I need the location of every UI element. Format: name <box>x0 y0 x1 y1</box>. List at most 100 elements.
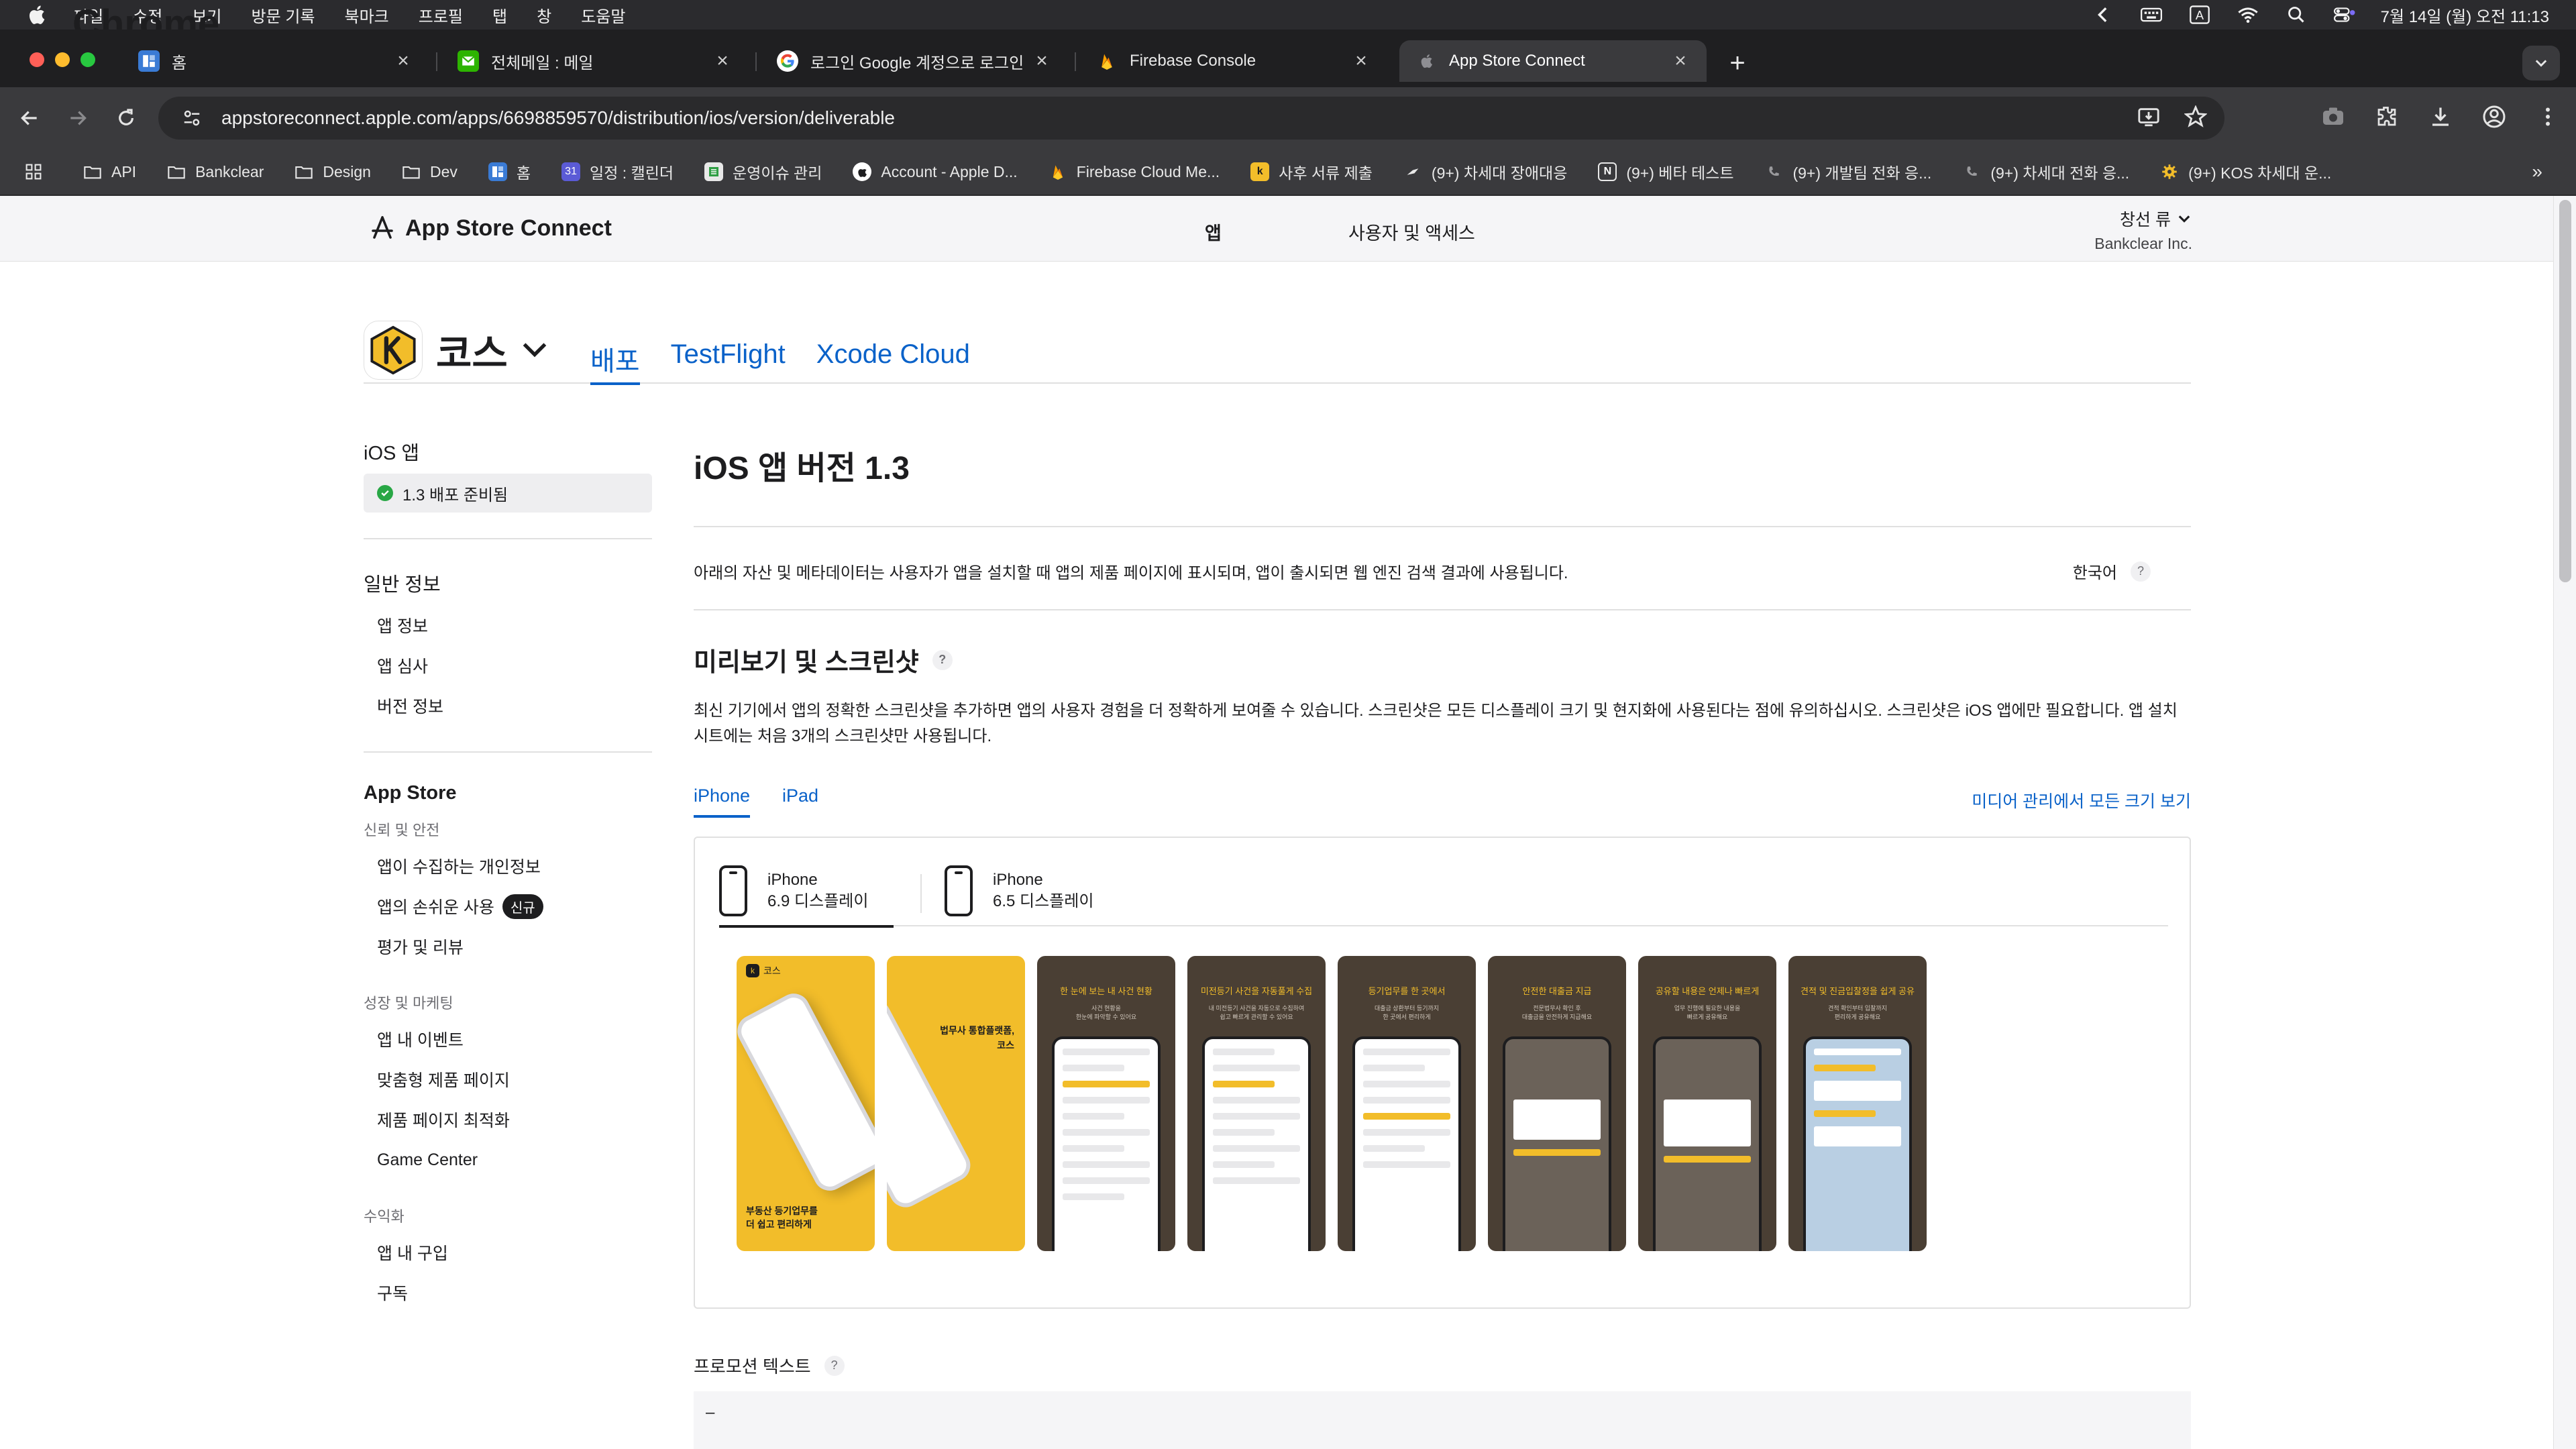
browser-tab-firebase[interactable]: Firebase Console × <box>1080 40 1387 82</box>
promo-text-field[interactable]: – <box>694 1391 2191 1449</box>
extensions-puzzle-icon[interactable] <box>2375 105 2399 132</box>
bookmark-calendar[interactable]: 31 일정 : 캘린더 <box>561 160 674 183</box>
menu-tab[interactable]: 탭 <box>492 3 507 27</box>
app-switcher[interactable]: 코스 <box>436 322 549 378</box>
account-menu[interactable]: 창선 류 Bankclear Inc. <box>2094 207 2192 253</box>
more-bookmarks-icon[interactable]: » <box>2532 161 2542 182</box>
bookmark-star-icon[interactable] <box>2184 104 2208 131</box>
screenshot-thumbnail-7[interactable]: 공유할 내용은 언제나 빠르게 업무 진행에 필요한 내용을 빠르게 공유해요 <box>1638 956 1776 1251</box>
close-tab-icon[interactable]: × <box>1032 50 1052 72</box>
minimize-window-button[interactable] <box>55 52 70 67</box>
sidebar-item-custom-product-pages[interactable]: 맞춤형 제품 페이지 <box>364 1059 652 1099</box>
menu-bookmarks[interactable]: 북마크 <box>345 3 389 27</box>
sidebar-item-game-center[interactable]: Game Center <box>364 1140 652 1180</box>
tab-distribution[interactable]: 배포 <box>590 339 640 385</box>
tab-iphone[interactable]: iPhone <box>694 786 751 818</box>
sidebar-item-subscriptions[interactable]: 구독 <box>364 1273 652 1313</box>
sidebar-item-app-review[interactable]: 앱 심사 <box>364 645 652 686</box>
tab-display-6-5[interactable]: iPhone 6.5 디스플레이 <box>945 855 1119 926</box>
bookmark-beta-test[interactable]: N (9+) 베타 테스트 <box>1598 160 1733 183</box>
menu-window[interactable]: 창 <box>537 3 551 27</box>
screenshot-thumbnail-5[interactable]: 등기업무를 한 곳에서 대출금 상환부터 등기까지 한 곳에서 편리하게 <box>1338 956 1476 1251</box>
asc-logo[interactable]: App Store Connect <box>369 215 612 241</box>
sidebar-item-privacy[interactable]: 앱이 수집하는 개인정보 <box>364 846 652 886</box>
address-bar[interactable]: appstoreconnect.apple.com/apps/669885957… <box>158 97 2224 140</box>
spotlight-search-icon[interactable] <box>2284 3 2308 27</box>
browser-tab-google-login[interactable]: 로그인 Google 계정으로 로그인합니다 × <box>761 40 1068 82</box>
bookmark-kos-ops[interactable]: (9+) KOS 차세대 운... <box>2160 160 2331 183</box>
browser-tab-home[interactable]: 홈 × <box>122 40 429 82</box>
screenshot-thumbnail-3[interactable]: 한 눈에 보는 내 사건 현황 사건 현황을 한눈에 파악할 수 있어요 <box>1037 956 1175 1251</box>
tab-ipad[interactable]: iPad <box>782 786 818 818</box>
bookmark-folder-design[interactable]: Design <box>294 162 371 181</box>
browser-tab-app-store-connect[interactable]: App Store Connect × <box>1399 40 1707 82</box>
profile-avatar-icon[interactable] <box>2482 105 2506 132</box>
menu-history[interactable]: 방문 기록 <box>252 3 315 27</box>
bookmark-dev-team-calls[interactable]: (9+) 개발팀 전화 응... <box>1764 160 1931 183</box>
more-menu-icon[interactable] <box>2536 105 2560 132</box>
apple-menu-icon[interactable] <box>19 0 54 30</box>
close-tab-icon[interactable]: × <box>1351 50 1371 72</box>
bookmark-next-gen-calls[interactable]: (9+) 차세대 전화 응... <box>1962 160 2129 183</box>
sidebar-item-accessibility[interactable]: 앱의 손쉬운 사용 신규 <box>364 886 652 926</box>
bookmark-document-submit[interactable]: k 사후 서류 제출 <box>1250 160 1373 183</box>
screenshot-thumbnail-6[interactable]: 안전한 대출금 지급 전문법무사 확인 후 대출금을 안전하게 지급해요 <box>1488 956 1626 1251</box>
view-all-sizes-link[interactable]: 미디어 관리에서 모든 크기 보기 <box>1972 788 2191 812</box>
forward-button[interactable] <box>59 99 97 137</box>
help-icon[interactable]: ? <box>932 649 953 670</box>
screenshot-thumbnail-2[interactable]: 법무사 통합플랫폼, 코스 <box>887 956 1025 1251</box>
screenshot-thumbnail-4[interactable]: 미전등기 사건을 자동풀게 수집 내 미전등기 사건을 자동으로 수집하여 쉽고… <box>1187 956 1326 1251</box>
sidebar-item-version-1-3[interactable]: 1.3 배포 준비됨 <box>364 474 652 513</box>
menubar-datetime[interactable]: 7월 14일 (월) 오전 11:13 <box>2381 3 2549 27</box>
wifi-icon[interactable] <box>2236 3 2260 27</box>
new-tab-button[interactable]: + <box>1724 48 1751 78</box>
control-center-icon[interactable] <box>2332 3 2357 27</box>
scrollbar-thumb[interactable] <box>2559 200 2571 582</box>
tab-display-6-9[interactable]: iPhone 6.9 디스플레이 <box>719 855 894 928</box>
chevron-left-icon[interactable] <box>2091 3 2115 27</box>
bookmark-folder-api[interactable]: API <box>83 162 136 181</box>
reload-button[interactable] <box>107 99 145 137</box>
zoom-window-button[interactable] <box>80 52 95 67</box>
help-icon[interactable]: ? <box>2131 561 2151 582</box>
download-icon[interactable] <box>2428 105 2453 132</box>
nav-apps-link[interactable]: 앱 <box>1205 219 1222 245</box>
install-app-icon[interactable] <box>2137 105 2160 131</box>
sidebar-item-product-page-optimization[interactable]: 제품 페이지 최적화 <box>364 1099 652 1140</box>
menu-profile[interactable]: 프로필 <box>419 3 463 27</box>
language-selector[interactable]: 한국어 ? <box>2073 559 2151 583</box>
bookmark-home[interactable]: 홈 <box>488 160 531 183</box>
input-source-icon[interactable]: A <box>2188 3 2212 27</box>
back-button[interactable] <box>11 99 48 137</box>
screenshot-thumbnail-8[interactable]: 견적 및 진금입찰정을 쉽게 공유 견적 확인부터 입찰까지 편리하게 공유해요 <box>1788 956 1927 1251</box>
bookmark-folder-bankclear[interactable]: Bankclear <box>167 162 264 181</box>
sidebar-item-in-app-purchases[interactable]: 앱 내 구입 <box>364 1232 652 1273</box>
menu-help[interactable]: 도움말 <box>581 3 625 27</box>
bookmark-apple-account[interactable]: Account - Apple D... <box>853 162 1018 181</box>
bookmark-incident-response[interactable]: (9+) 차세대 장애대응 <box>1403 160 1567 183</box>
tab-testflight[interactable]: TestFlight <box>671 339 786 384</box>
screenshot-thumbnail-1[interactable]: k 코스 부동산 등기업무를 더 쉽고 편리하게 <box>737 956 875 1251</box>
screenshot-extension-icon[interactable] <box>2321 105 2345 132</box>
url-text[interactable]: appstoreconnect.apple.com/apps/669885957… <box>221 107 895 129</box>
page-scrollbar[interactable] <box>2553 196 2576 1449</box>
close-tab-icon[interactable]: × <box>712 50 733 72</box>
browser-tab-mail[interactable]: 전체메일 : 메일 × <box>441 40 749 82</box>
close-tab-icon[interactable]: × <box>1670 50 1690 72</box>
close-tab-icon[interactable]: × <box>393 50 413 72</box>
bookmark-folder-dev[interactable]: Dev <box>402 162 458 181</box>
apps-grid-button[interactable] <box>24 162 52 181</box>
keyboard-icon[interactable] <box>2139 3 2163 27</box>
tab-xcode-cloud[interactable]: Xcode Cloud <box>816 339 970 384</box>
sidebar-item-version-info[interactable]: 버전 정보 <box>364 686 652 726</box>
sidebar-item-app-info[interactable]: 앱 정보 <box>364 605 652 645</box>
bookmark-firebase-messaging[interactable]: Firebase Cloud Me... <box>1049 162 1220 181</box>
help-icon[interactable]: ? <box>824 1355 845 1376</box>
sidebar-item-in-app-events[interactable]: 앱 내 이벤트 <box>364 1019 652 1059</box>
bookmark-ops-issues[interactable]: 운영이슈 관리 <box>704 160 822 183</box>
nav-users-access-link[interactable]: 사용자 및 액세스 <box>1348 219 1475 245</box>
site-settings-icon[interactable] <box>178 105 205 131</box>
sidebar-item-ratings-reviews[interactable]: 평가 및 리뷰 <box>364 926 652 967</box>
tab-search-button[interactable] <box>2522 46 2560 80</box>
close-window-button[interactable] <box>30 52 44 67</box>
